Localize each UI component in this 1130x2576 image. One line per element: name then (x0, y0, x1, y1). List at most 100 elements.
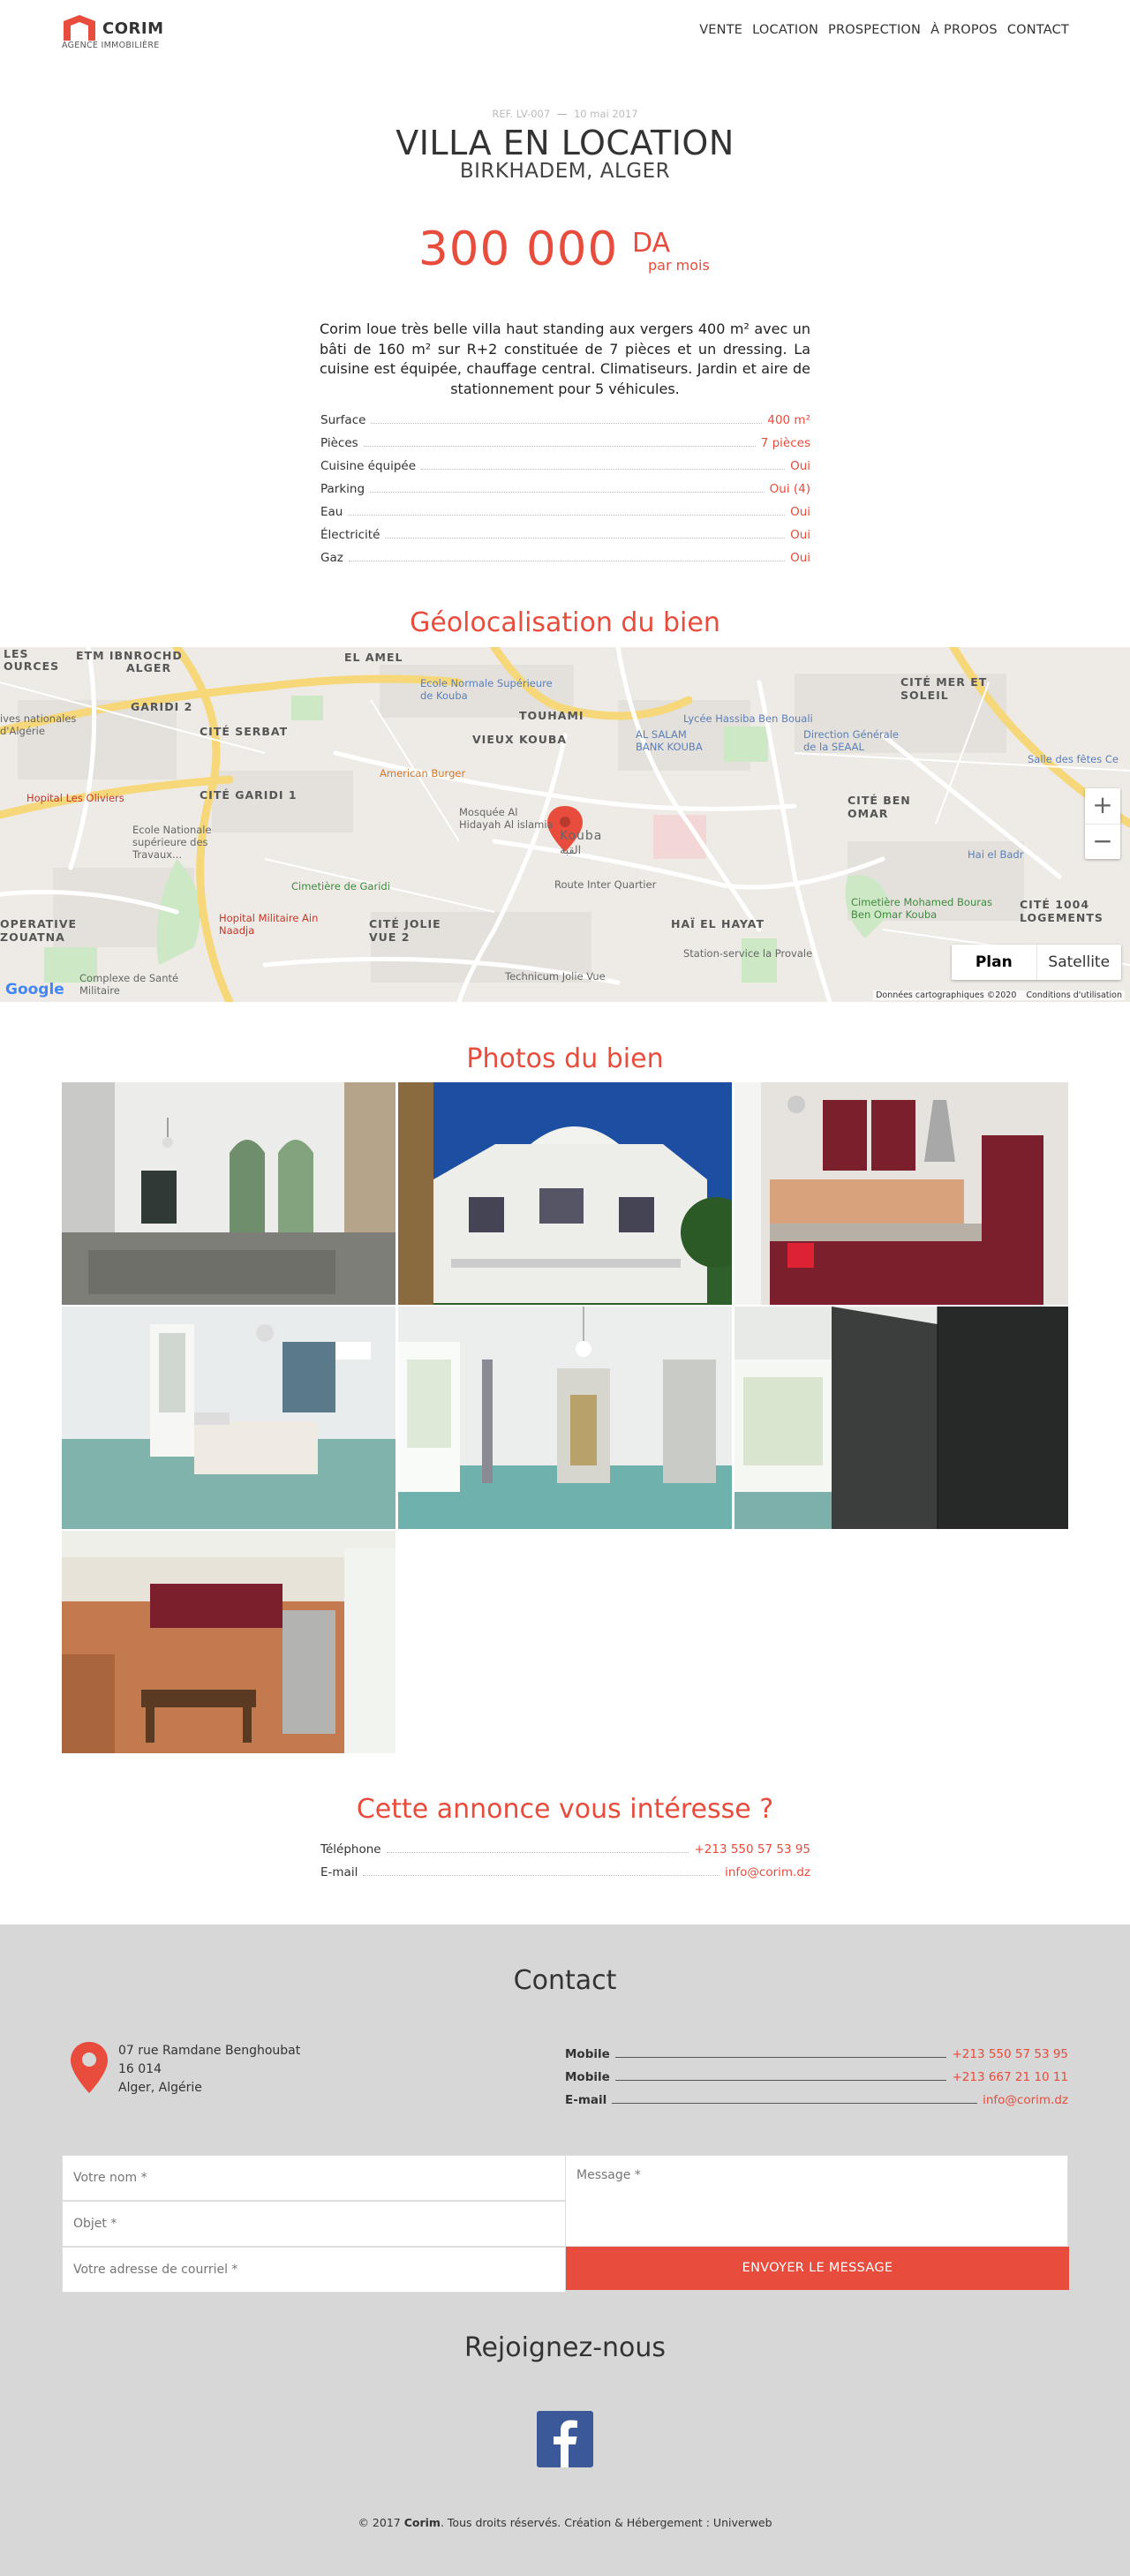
contact-value[interactable]: info@corim.dz (977, 2093, 1068, 2107)
gallery-photo[interactable] (62, 1531, 396, 1753)
gallery-photo[interactable] (734, 1307, 1068, 1529)
spec-value: 400 m² (767, 413, 810, 427)
dot-leader (385, 538, 786, 539)
nav-location[interactable]: LOCATION (752, 23, 818, 37)
gallery-photo[interactable] (398, 1082, 732, 1305)
gallery-photo[interactable] (62, 1082, 396, 1305)
send-message-button[interactable]: ENVOYER LE MESSAGE (566, 2247, 1069, 2290)
phone-link[interactable]: +213 550 57 53 95 (689, 1842, 810, 1857)
contact-label: Mobile (565, 2070, 610, 2084)
map-label: OURCES (4, 659, 60, 673)
spec-value: 7 pièces (760, 436, 810, 450)
map-poi: Hopital Militaire Ain Naadja (219, 912, 319, 937)
spec-label: Parking (320, 482, 365, 496)
spec-value: Oui (790, 528, 810, 542)
map-label: OPERATIVE ZOUATNA (0, 917, 78, 944)
dot-leader (371, 423, 763, 424)
map-attribution: Données cartographiques ©2020 Conditions… (873, 990, 1125, 1000)
map-label: ETM IBNROCHD (76, 649, 183, 662)
name-field[interactable] (62, 2155, 566, 2201)
photo-kitchen-image (734, 1082, 1068, 1305)
join-title: Rejoignez-nous (463, 2332, 667, 2363)
spec-label: Surface (320, 413, 366, 427)
gallery-photo[interactable] (62, 1307, 396, 1529)
listing-location: BIRKHADEM, ALGER (459, 160, 671, 183)
message-field[interactable] (565, 2155, 1068, 2247)
map-poi: Salle des fêtes Ce (1028, 753, 1119, 765)
map-poi: Complexe de Santé Militaire (79, 972, 179, 997)
map-terms-link[interactable]: Conditions d'utilisation (1026, 990, 1122, 1000)
office-address: 07 rue Ramdane Benghoubat 16 014 Alger, … (118, 2042, 300, 2098)
contact-title: Contact (513, 1965, 617, 1996)
photo-kitchen-2-image (62, 1531, 396, 1753)
map-type-plan-button[interactable]: Plan (952, 945, 1036, 980)
nav-prospection[interactable]: PROSPECTION (828, 23, 921, 37)
map-poi: Ecole Nationale supérieure des Travaux..… (132, 824, 212, 861)
nav-contact[interactable]: CONTACT (1007, 23, 1069, 37)
dot-leader (370, 492, 765, 493)
zoom-in-button[interactable]: + (1085, 788, 1120, 824)
map-label: VIEUX KOUBA (472, 733, 568, 746)
spec-row: Surface 400 m² (320, 410, 810, 427)
leader-line (614, 2080, 947, 2081)
location-map[interactable]: LES OURCES ETM IBNROCHD ALGER EL AMEL GA… (0, 647, 1130, 1002)
gallery-photo[interactable] (734, 1082, 1068, 1305)
subject-field[interactable] (62, 2201, 566, 2247)
map-label: CITÉ BEN OMAR (848, 794, 911, 820)
logo-name: CORIM (102, 19, 164, 38)
spec-label: Pièces (320, 436, 358, 450)
contact-label: E-mail (565, 2093, 607, 2107)
photos-section-title: Photos du bien (466, 1043, 664, 1074)
footer-contact-row: E-mail info@corim.dz (565, 2090, 1068, 2107)
contact-value[interactable]: +213 550 57 53 95 (946, 2047, 1068, 2061)
email-link[interactable]: info@corim.dz (719, 1865, 810, 1879)
geo-section-title: Géolocalisation du bien (410, 607, 720, 638)
price-currency: DA (632, 228, 671, 259)
phone-label: Téléphone (320, 1842, 381, 1857)
copyright-suffix: . Tous droits réservés. Création & Héber… (440, 2516, 772, 2529)
map-poi: AL SALAM BANK KOUBA (636, 728, 703, 753)
map-poi: Ecole Normale Supérieure de Kouba (420, 677, 553, 702)
map-data-credit: Données cartographiques ©2020 (876, 990, 1017, 1000)
listing-meta: REF. LV-007 — 10 mai 2017 (0, 108, 1130, 120)
contact-value[interactable]: +213 667 21 10 11 (946, 2070, 1068, 2084)
nav-a-propos[interactable]: À PROPOS (930, 23, 998, 37)
map-zoom-controls: + − (1085, 788, 1120, 859)
spec-value: Oui (790, 551, 810, 565)
site-footer: Contact 07 rue Ramdane Benghoubat 16 014… (0, 1924, 1130, 2576)
interest-email-row: E-mail info@corim.dz (320, 1862, 810, 1879)
meta-separator: — (556, 108, 568, 120)
listing-price: 300 000 DA par mois (418, 222, 719, 284)
map-type-satellite-button[interactable]: Satellite (1036, 945, 1122, 980)
map-label: EL AMEL (344, 651, 403, 664)
spec-row: Eau Oui (320, 501, 810, 519)
interest-phone-row: Téléphone +213 550 57 53 95 (320, 1839, 810, 1857)
contact-label: Mobile (565, 2047, 610, 2061)
footer-contact-row: Mobile +213 667 21 10 11 (565, 2067, 1068, 2084)
dot-leader (386, 1852, 689, 1853)
gallery-photo[interactable] (398, 1307, 732, 1529)
map-poi: Direction Générale de la SEAAL (803, 728, 900, 753)
map-label: CITÉ SERBAT (200, 725, 289, 738)
facebook-link[interactable] (537, 2411, 593, 2467)
site-logo[interactable]: CORIM AGENCE IMMOBILIÈRE (62, 14, 185, 50)
spec-row: Cuisine équipée Oui (320, 456, 810, 473)
address-postcode: 16 014 (118, 2062, 162, 2076)
zoom-out-button[interactable]: − (1085, 824, 1120, 859)
map-label: GARIDI 2 (131, 700, 193, 713)
map-type-toggle: Plan Satellite (952, 945, 1121, 980)
map-poi: Hopital Les Oliviers (26, 792, 124, 804)
map-label: TOUHAMI (519, 709, 584, 722)
spec-value: Oui (790, 505, 810, 519)
nav-vente[interactable]: VENTE (699, 23, 742, 37)
dot-leader (421, 469, 786, 470)
address-street: 07 rue Ramdane Benghoubat (118, 2044, 301, 2058)
spec-value: Oui (790, 459, 810, 473)
map-poi: Mosquée Al Hidayah Al islamia (459, 806, 554, 831)
map-label: القبة (560, 843, 582, 856)
spec-label: Cuisine équipée (320, 459, 417, 473)
google-logo: Google (5, 981, 64, 998)
email-field[interactable] (62, 2247, 566, 2293)
contact-form: ENVOYER LE MESSAGE (62, 2155, 1069, 2293)
spec-row: Parking Oui (4) (320, 478, 810, 496)
